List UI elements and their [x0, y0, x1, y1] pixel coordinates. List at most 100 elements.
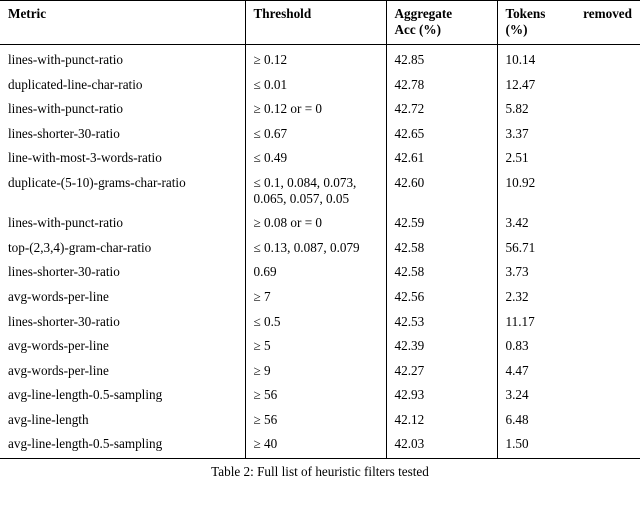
- cell-threshold-text: ≥ 9: [253, 362, 271, 378]
- cell-threshold: ≥ 0.12: [244, 44, 386, 73]
- table-row: avg-words-per-line ≥ 5 42.39 0.83: [0, 333, 640, 359]
- table-row: avg-words-per-line ≥ 9 42.27 4.47: [0, 358, 640, 383]
- cell-aggregate-acc: 42.12: [385, 407, 497, 432]
- cell-tokens-removed: 3.73: [496, 259, 640, 285]
- cell-aggregate-acc: 42.58: [385, 259, 497, 285]
- cell-threshold: ≤ 0.01: [244, 72, 386, 97]
- cell-tokens-removed-text: 56.71: [505, 239, 536, 255]
- cell-tokens-removed-text: 11.17: [505, 313, 535, 329]
- table-header-row: Metric Threshold Aggregate Acc (%) Token…: [0, 0, 640, 46]
- cell-tokens-removed-text: 6.48: [505, 411, 529, 427]
- cell-tokens-removed: 2.32: [496, 284, 640, 310]
- column-header-tokens-removed-line1: Tokens removed: [505, 6, 633, 21]
- cell-aggregate-acc-text: 42.65: [394, 125, 425, 141]
- table-row: avg-line-length ≥ 56 42.12 6.48: [0, 407, 640, 432]
- cell-threshold: ≥ 0.12 or = 0: [244, 96, 386, 122]
- cell-metric-text: top-(2,3,4)-gram-char-ratio: [8, 239, 152, 255]
- column-header-aggregate-acc-line2: Acc (%): [394, 21, 442, 37]
- table-header: Metric Threshold Aggregate Acc (%) Token…: [0, 0, 640, 46]
- cell-metric: duplicate-(5-10)-grams-char-ratio: [0, 171, 245, 211]
- table-row: lines-with-punct-ratio ≥ 0.12 42.85 10.14: [0, 44, 640, 73]
- cell-aggregate-acc-text: 42.39: [394, 338, 425, 354]
- cell-metric: avg-words-per-line: [0, 358, 245, 383]
- cell-tokens-removed: 3.37: [496, 121, 640, 146]
- cell-tokens-removed-text: 3.42: [505, 215, 529, 231]
- cell-aggregate-acc: 42.93: [385, 382, 497, 408]
- cell-tokens-removed-text: 2.32: [505, 288, 529, 304]
- cell-tokens-removed: 0.83: [496, 333, 640, 359]
- cell-threshold-text: ≥ 5: [253, 338, 271, 354]
- cell-aggregate-acc: 42.65: [385, 121, 497, 146]
- cell-aggregate-acc: 42.56: [385, 284, 497, 310]
- cell-tokens-removed: 12.47: [496, 72, 640, 97]
- cell-aggregate-acc-text: 42.58: [394, 264, 425, 280]
- cell-aggregate-acc: 42.72: [385, 96, 497, 122]
- cell-aggregate-acc-text: 42.60: [394, 175, 425, 191]
- cell-metric: line-with-most-3-words-ratio: [0, 146, 245, 171]
- table-row: lines-shorter-30-ratio ≤ 0.67 42.65 3.37: [0, 121, 640, 146]
- cell-tokens-removed: 6.48: [496, 407, 640, 432]
- table-page: Metric Threshold Aggregate Acc (%) Token…: [0, 0, 640, 512]
- cell-aggregate-acc-text: 42.93: [394, 387, 425, 403]
- cell-metric: lines-with-punct-ratio: [0, 97, 245, 122]
- column-header-threshold: Threshold: [244, 0, 386, 46]
- cell-aggregate-acc-text: 42.85: [394, 52, 425, 68]
- cell-threshold-text: ≤ 0.01: [253, 76, 288, 92]
- column-header-tokens-removed: Tokens removed (%): [496, 0, 640, 46]
- cell-metric-text: lines-with-punct-ratio: [8, 52, 123, 68]
- cell-threshold-text: ≥ 56: [253, 411, 278, 427]
- cell-threshold-text: ≥ 0.12 or = 0: [253, 101, 323, 117]
- cell-tokens-removed: 3.24: [496, 382, 640, 408]
- cell-threshold-text: ≤ 0.49: [253, 150, 288, 166]
- cell-tokens-removed-text: 3.73: [505, 264, 529, 280]
- cell-metric: avg-line-length-0.5-sampling: [0, 431, 245, 459]
- cell-threshold: ≥ 5: [244, 333, 386, 359]
- cell-tokens-removed: 10.92: [496, 170, 640, 211]
- cell-threshold-text: ≥ 0.08 or = 0: [253, 215, 323, 231]
- cell-threshold-text: ≤ 0.67: [253, 125, 288, 141]
- cell-metric-text: lines-shorter-30-ratio: [8, 313, 120, 329]
- cell-tokens-removed: 56.71: [496, 235, 640, 260]
- column-header-tokens-removed-line2: (%): [505, 21, 528, 37]
- cell-metric: lines-shorter-30-ratio: [0, 260, 245, 285]
- cell-aggregate-acc: 42.39: [385, 333, 497, 359]
- cell-aggregate-acc: 42.60: [385, 170, 497, 211]
- cell-aggregate-acc-text: 42.03: [394, 436, 425, 452]
- cell-threshold: ≥ 9: [244, 358, 386, 383]
- cell-aggregate-acc: 42.78: [385, 72, 497, 97]
- cell-threshold-text: 0.69: [253, 264, 277, 280]
- table-row: duplicate-(5-10)-grams-char-ratio ≤ 0.1, …: [0, 170, 640, 211]
- cell-threshold: ≥ 0.08 or = 0: [244, 210, 386, 236]
- cell-tokens-removed-text: 2.51: [505, 150, 529, 166]
- cell-tokens-removed-text: 10.14: [505, 52, 536, 68]
- table-caption: Table 2: Full list of heuristic filters …: [211, 463, 429, 479]
- table-body: lines-with-punct-ratio ≥ 0.12 42.85 10.14 du…: [0, 44, 640, 459]
- cell-aggregate-acc: 42.59: [385, 210, 497, 236]
- table-row: lines-shorter-30-ratio 0.69 42.58 3.73: [0, 259, 640, 285]
- cell-threshold-text: ≥ 40: [253, 436, 278, 452]
- cell-threshold: ≤ 0.1, 0.084, 0.073, 0.065, 0.057, 0.05: [244, 170, 386, 211]
- cell-tokens-removed: 1.50: [496, 431, 640, 459]
- cell-metric-text: avg-words-per-line: [8, 362, 109, 378]
- table-row: lines-shorter-30-ratio ≤ 0.5 42.53 11.17: [0, 309, 640, 334]
- cell-aggregate-acc-text: 42.53: [394, 313, 425, 329]
- cell-aggregate-acc: 42.03: [385, 431, 497, 459]
- table-row: line-with-most-3-words-ratio ≤ 0.49 42.61 2…: [0, 145, 640, 171]
- table-row: avg-words-per-line ≥ 7 42.56 2.32: [0, 284, 640, 310]
- cell-metric: avg-line-length-0.5-sampling: [0, 383, 245, 408]
- cell-metric-text: lines-with-punct-ratio: [8, 215, 123, 231]
- cell-metric-text: lines-with-punct-ratio: [8, 101, 123, 117]
- table-row: lines-with-punct-ratio ≥ 0.12 or = 0 42.72…: [0, 96, 640, 122]
- cell-tokens-removed: 4.47: [496, 358, 640, 383]
- cell-aggregate-acc-text: 42.58: [394, 239, 425, 255]
- cell-threshold: 0.69: [244, 259, 386, 285]
- cell-tokens-removed-text: 0.83: [505, 338, 529, 354]
- cell-tokens-removed: 11.17: [496, 309, 640, 334]
- cell-threshold: ≥ 7: [244, 284, 386, 310]
- cell-aggregate-acc-text: 42.27: [394, 362, 425, 378]
- cell-metric: avg-words-per-line: [0, 284, 245, 309]
- column-header-threshold-label: Threshold: [253, 6, 312, 21]
- cell-metric-text: avg-line-length-0.5-sampling: [8, 387, 163, 403]
- cell-threshold-text: ≤ 0.13, 0.087, 0.079: [253, 239, 360, 255]
- cell-metric-text: avg-words-per-line: [8, 338, 109, 354]
